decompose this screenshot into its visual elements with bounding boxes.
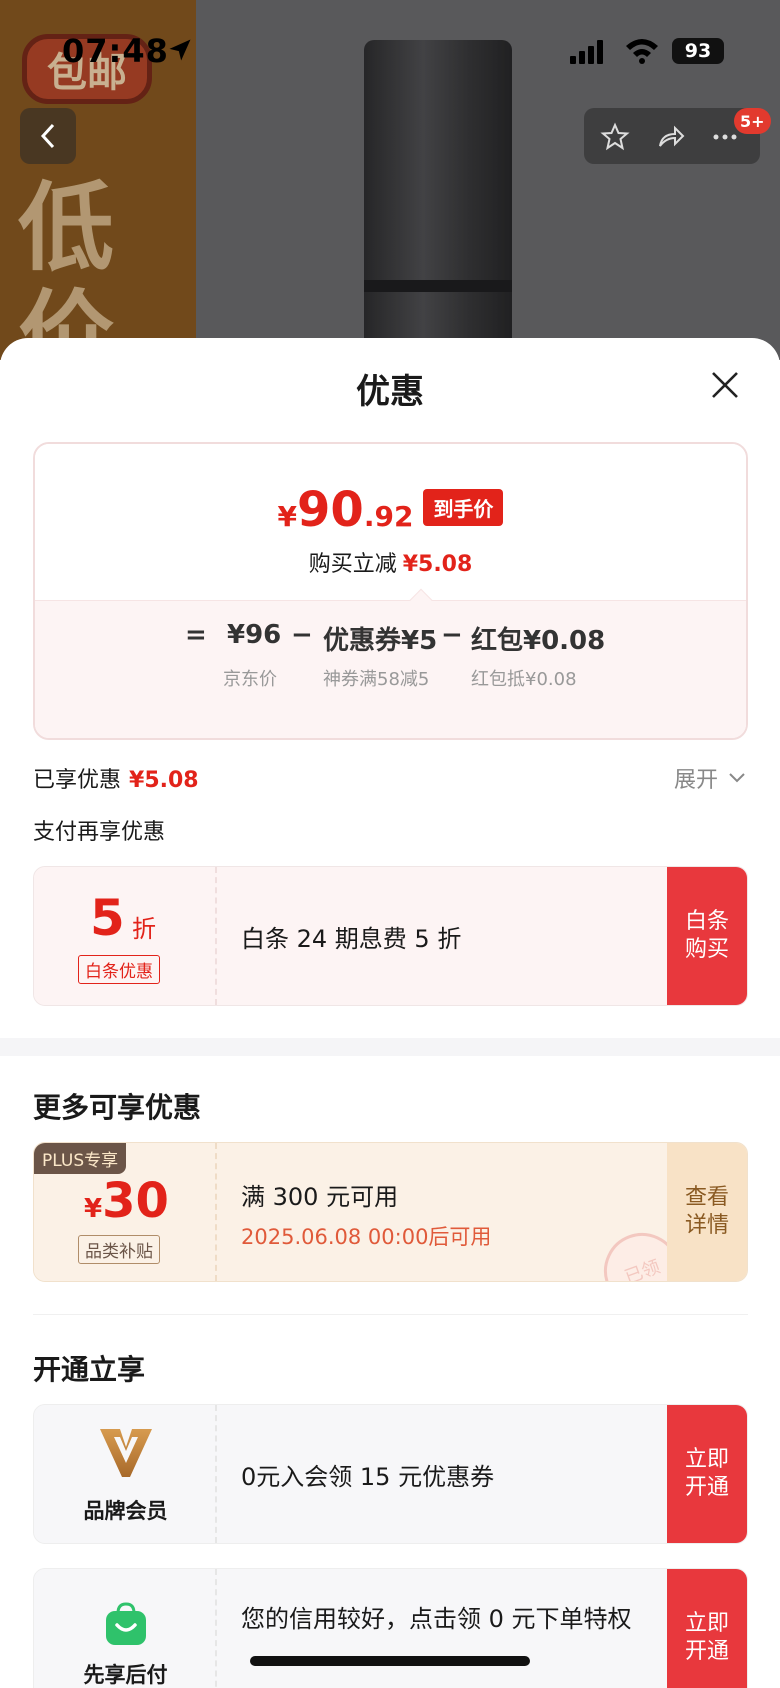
sheet-title: 优惠 xyxy=(356,372,424,412)
final-price: ¥ 90 .92 到手价 xyxy=(35,482,746,538)
pay-later-name: 先享后付 xyxy=(83,1663,168,1687)
price-formula: = ¥96 − 优惠券¥5 − 红包¥0.08 xyxy=(185,620,606,656)
status-bar: 07:48 93 xyxy=(0,0,780,100)
coupon-deduction: 优惠券¥5 xyxy=(323,626,438,656)
coupon-amount: ¥30 xyxy=(84,1173,169,1229)
base-price-label: 京东价 xyxy=(223,669,277,690)
brand-member-name: 品牌会员 xyxy=(83,1499,168,1523)
open-benefits-title: 开通立享 xyxy=(33,1353,146,1386)
baitiao-discount-unit: 折 xyxy=(132,915,156,943)
pay-later-open-button[interactable]: 立即开通 xyxy=(667,1569,747,1688)
baitiao-discount: 5 xyxy=(90,889,125,947)
status-time: 07:48 xyxy=(62,32,169,70)
expand-button[interactable]: 展开 xyxy=(674,762,746,794)
back-button[interactable] xyxy=(20,108,76,164)
home-indicator xyxy=(250,1656,530,1666)
pay-more-title: 支付再享优惠 xyxy=(33,820,166,845)
coupon-valid-time: 2025.06.08 00:00后可用 xyxy=(241,1225,492,1249)
coupon-category-tag: 品类补贴 xyxy=(78,1235,160,1264)
chevron-left-icon xyxy=(40,123,55,149)
baitiao-buy-button[interactable]: 白条购买 xyxy=(667,867,747,1005)
chevron-down-icon xyxy=(729,773,745,783)
wifi-icon xyxy=(626,39,658,64)
star-icon[interactable] xyxy=(600,122,630,152)
share-icon[interactable] xyxy=(656,122,686,152)
pay-later-card[interactable]: 先享后付 您的信用较好，点击领 0 元下单特权 立即开通 xyxy=(33,1568,748,1688)
coupon-condition: 满 300 元可用 xyxy=(241,1183,399,1211)
baitiao-text: 白条 24 期息费 5 折 xyxy=(241,925,462,953)
brand-member-card[interactable]: 品牌会员 0元入会领 15 元优惠券 立即开通 xyxy=(33,1404,748,1544)
view-details-button[interactable]: 查看详情 xyxy=(667,1143,747,1281)
location-arrow-icon xyxy=(169,39,191,61)
battery-indicator: 93 xyxy=(672,38,724,64)
enjoyed-discount: 已享优惠 ¥5.08 xyxy=(33,768,199,793)
coupon-label: 神券满58减5 xyxy=(323,669,430,690)
shopping-bag-icon xyxy=(106,1602,146,1645)
baitiao-tag: 白条优惠 xyxy=(78,955,160,984)
baitiao-offer-card[interactable]: 5 折 白条优惠 白条 24 期息费 5 折 白条购买 xyxy=(33,866,748,1006)
brand-member-text: 0元入会领 15 元优惠券 xyxy=(241,1463,495,1491)
purchase-reduction: 购买立减 ¥5.08 xyxy=(308,552,473,577)
brand-member-open-button[interactable]: 立即开通 xyxy=(667,1405,747,1543)
pay-later-text: 您的信用较好，点击领 0 元下单特权 xyxy=(241,1605,632,1633)
more-offers-title: 更多可享优惠 xyxy=(33,1091,202,1124)
final-price-tag: 到手价 xyxy=(423,489,504,526)
plus-coupon-card[interactable]: PLUS专享 ¥30 品类补贴 满 300 元可用 2025.06.08 00:… xyxy=(33,1142,748,1282)
redpacket-label: 红包抵¥0.08 xyxy=(471,669,577,690)
base-price: ¥96 xyxy=(227,620,282,650)
price-breakdown-card: ¥ 90 .92 到手价 购买立减 ¥5.08 = ¥96 − 优惠券¥5 − 红… xyxy=(33,442,748,740)
plus-tag: PLUS专享 xyxy=(34,1143,127,1174)
redpacket-deduction: 红包¥0.08 xyxy=(471,626,606,656)
brand-member-logo-icon xyxy=(100,1429,152,1477)
discount-sheet: 优惠 ¥ 90 .92 到手价 购买立减 ¥5.08 = ¥96 − 优惠券¥5 … xyxy=(0,338,780,1688)
cellular-signal-icon xyxy=(570,40,603,64)
message-count-badge: 5+ xyxy=(734,108,771,134)
close-icon[interactable] xyxy=(708,368,742,402)
